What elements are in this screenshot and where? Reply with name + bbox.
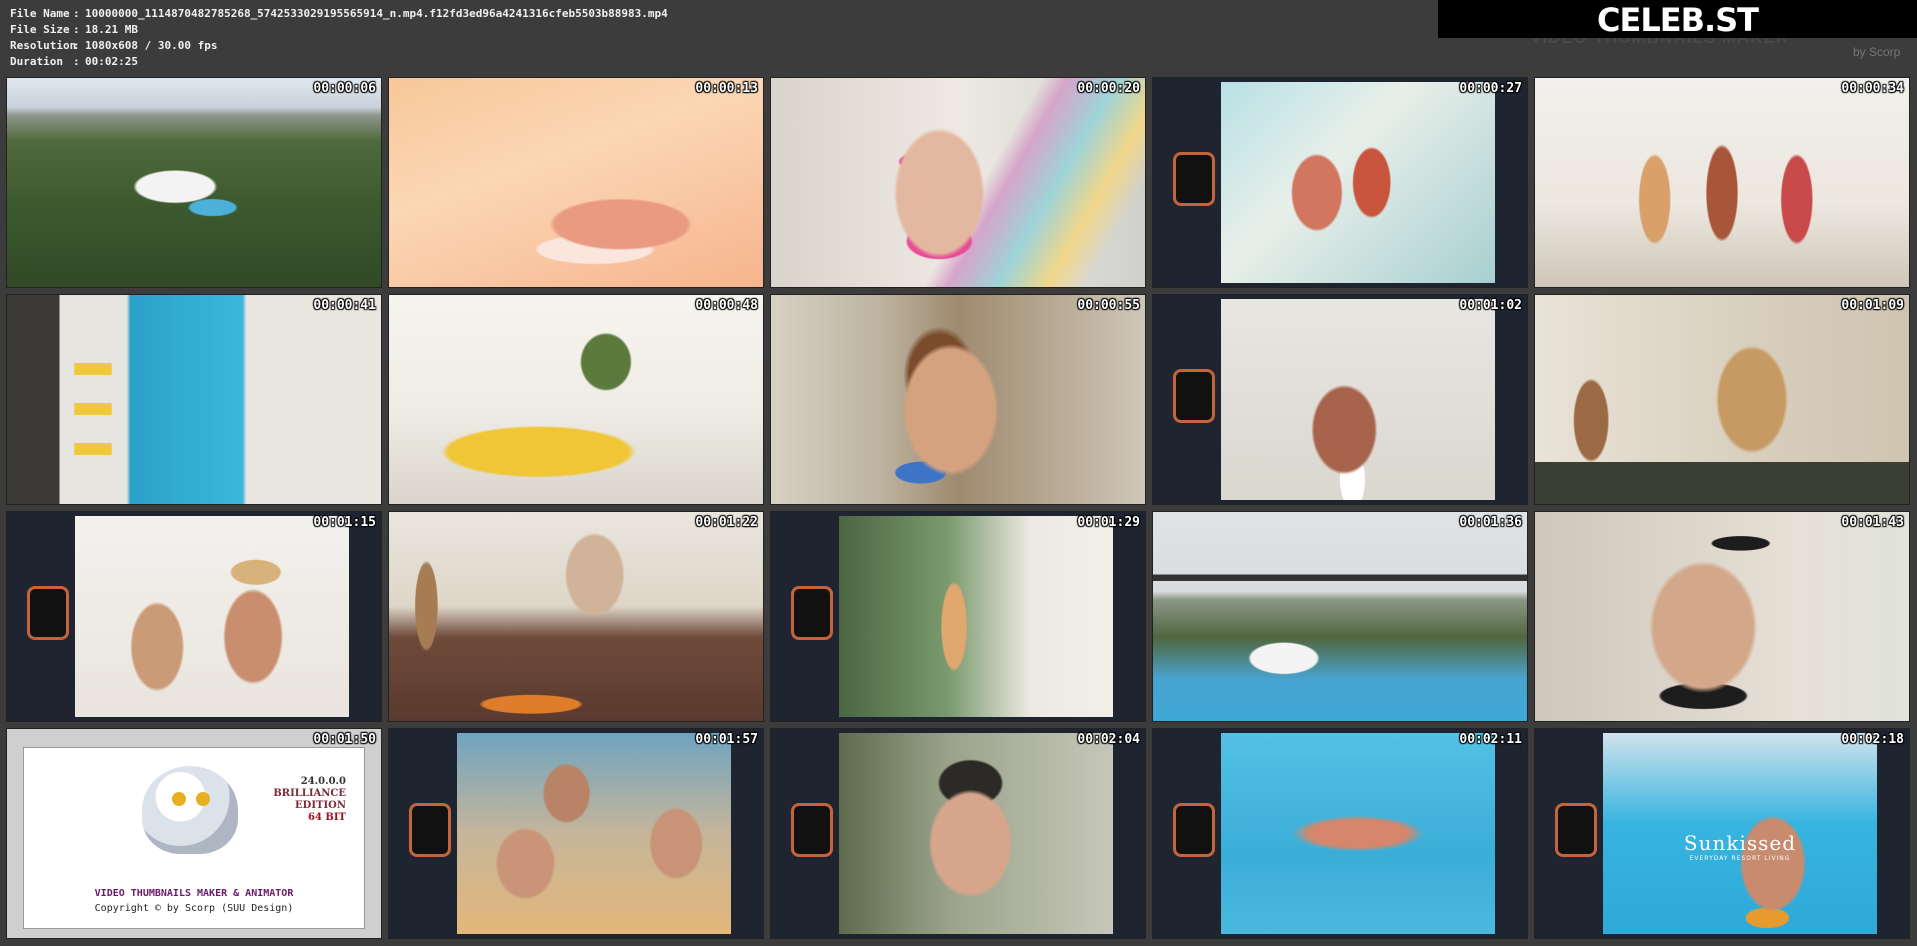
overlay-subtitle: EVERYDAY RESORT LIVING [1689, 855, 1791, 862]
film-hole [791, 803, 833, 857]
resolution-row: Resolution : 1080x608 / 30.00 fps [10, 38, 668, 54]
timestamp: 00:02:18 [1841, 732, 1904, 747]
timestamp: 00:02:04 [1077, 732, 1140, 747]
timestamp: 00:01:02 [1459, 298, 1522, 313]
info-label: Resolution [10, 39, 77, 52]
overlay-title: Sunkissed [1683, 831, 1797, 855]
file-info-panel: File Name : 10000000_1114870482785268_57… [10, 6, 668, 70]
timestamp: 00:00:48 [695, 298, 758, 313]
site-logo: CELEB.ST [1438, 0, 1917, 39]
thumbnail: 00:01:36 [1152, 511, 1528, 722]
about-copyright: Copyright © by Scorp (SUU Design) [94, 903, 294, 914]
timestamp: 00:01:36 [1459, 515, 1522, 530]
timestamp: 00:01:09 [1841, 298, 1904, 313]
timestamp: 00:00:20 [1077, 81, 1140, 96]
thumbnail: 00:00:55 [770, 294, 1146, 505]
film-hole [1173, 803, 1215, 857]
timestamp: 00:00:06 [313, 81, 376, 96]
info-label: File Name [10, 7, 70, 20]
film-hole [27, 586, 69, 640]
resolution-value: 1080x608 / 30.00 fps [85, 39, 218, 52]
info-separator: : [73, 7, 80, 20]
file-size-value: 18.21 MB [85, 23, 138, 36]
timestamp: 00:01:15 [313, 515, 376, 530]
info-separator: : [73, 55, 80, 68]
thumbnail: 00:01:22 [388, 511, 764, 722]
thumbnail: 00:01:09 [1534, 294, 1910, 505]
timestamp: 00:01:22 [695, 515, 758, 530]
timestamp: 00:00:13 [695, 81, 758, 96]
thumbnail: 00:01:43 [1534, 511, 1910, 722]
film-hole [791, 586, 833, 640]
site-logo-text: CELEB.ST [1596, 1, 1759, 39]
info-separator: : [73, 39, 80, 52]
film-hole [1173, 369, 1215, 423]
film-hole [1555, 803, 1597, 857]
timestamp: 00:01:50 [313, 732, 376, 747]
thumbnail: 00:00:13 [388, 77, 764, 288]
film-hole [409, 803, 451, 857]
timestamp: 00:01:29 [1077, 515, 1140, 530]
duration-row: Duration : 00:02:25 [10, 54, 668, 70]
thumbnail: 00:00:06 [6, 77, 382, 288]
watermark-byline: by Scorp [1853, 45, 1901, 59]
thumbnail: 00:02:04 [770, 728, 1146, 939]
timestamp: 00:00:27 [1459, 81, 1522, 96]
thumbnail-grid: 00:00:06 00:00:13 00:00:20 00:00:27 00:0… [6, 77, 1910, 939]
thumbnail: 00:01:02 [1152, 294, 1528, 505]
timestamp: 00:00:41 [313, 298, 376, 313]
thumbnail: 00:00:48 [388, 294, 764, 505]
about-edition-2: EDITION [295, 800, 346, 811]
timestamp: 00:01:57 [695, 732, 758, 747]
duration-value: 00:02:25 [85, 55, 138, 68]
file-size-row: File Size : 18.21 MB [10, 22, 668, 38]
film-hole [1173, 152, 1215, 206]
about-version: 24.0.0.0 [300, 776, 346, 787]
thumbnail: Sunkissed EVERYDAY RESORT LIVING 00:02:1… [1534, 728, 1910, 939]
about-version-block: 24.0.0.0 BRILLIANCE EDITION 64 BIT [273, 776, 346, 824]
thumbnail: 00:00:20 [770, 77, 1146, 288]
thumbnail: 00:00:27 [1152, 77, 1528, 288]
about-bits: 64 BIT [308, 812, 346, 823]
info-label: File Size [10, 23, 70, 36]
thumbnail: 24.0.0.0 BRILLIANCE EDITION 64 BIT VIDEO… [6, 728, 382, 939]
about-panel: 24.0.0.0 BRILLIANCE EDITION 64 BIT VIDEO… [23, 747, 365, 929]
thumbnail: 00:02:11 [1152, 728, 1528, 939]
timestamp: 00:00:55 [1077, 298, 1140, 313]
about-edition: BRILLIANCE [273, 788, 346, 799]
file-name-row: File Name : 10000000_1114870482785268_57… [10, 6, 668, 22]
thumbnail: 00:01:15 [6, 511, 382, 722]
thumbnail: 00:01:29 [770, 511, 1146, 722]
owl-logo-icon [142, 766, 238, 854]
about-title: VIDEO THUMBNAILS MAKER & ANIMATOR [94, 888, 294, 899]
thumbnail: 00:01:57 [388, 728, 764, 939]
timestamp: 00:01:43 [1841, 515, 1904, 530]
thumbnail: 00:00:41 [6, 294, 382, 505]
file-name-value: 10000000_1114870482785268_57425330291955… [85, 7, 668, 20]
info-separator: : [73, 23, 80, 36]
timestamp: 00:00:34 [1841, 81, 1904, 96]
thumbnail: 00:00:34 [1534, 77, 1910, 288]
info-label: Duration [10, 55, 63, 68]
timestamp: 00:02:11 [1459, 732, 1522, 747]
